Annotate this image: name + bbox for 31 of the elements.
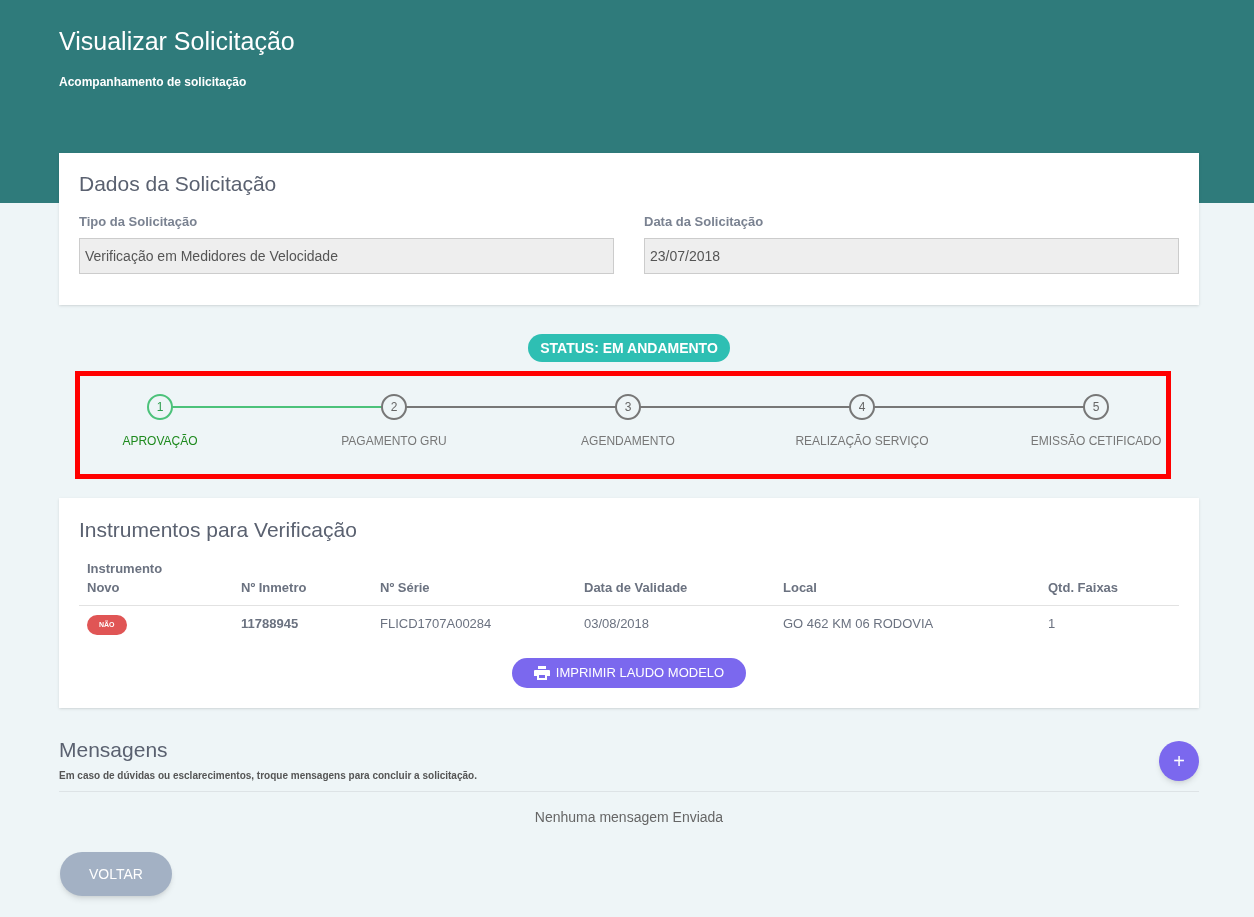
card-title: Instrumentos para Verificação [79, 517, 358, 543]
section-hint: Em caso de dúvidas ou esclarecimentos, troque mensagens para concluir a solicitação. [59, 769, 477, 783]
page-subtitle: Acompanhamento de solicitação [59, 74, 248, 91]
step-label: PAGAMENTO GRU [341, 433, 447, 450]
column-header: Nº Inmetro [241, 579, 308, 597]
table-cell-text: 03/08/2018 [584, 615, 651, 634]
card-title: Dados da Solicitação [79, 171, 278, 197]
field-label: Data da Solicitação [644, 213, 765, 231]
page-title: Visualizar Solicitação [59, 26, 296, 56]
column-header: Qtd. Faixas [1048, 579, 1120, 597]
step-label: AGENDAMENTO [581, 433, 675, 450]
column-header: Local [783, 579, 818, 597]
table-cell-text: 11788945 [241, 615, 300, 634]
column-header: Nº Série [380, 579, 431, 597]
printer-icon [533, 666, 550, 680]
step-label: REALIZAÇÃO SERVIÇO [795, 433, 929, 450]
column-header: Instrumento Novo [87, 560, 164, 597]
add-button[interactable]: + [1159, 740, 1199, 781]
status-badge: STATUS: EM ANDAMENTO [528, 334, 730, 362]
table-cell-text: 1 [1048, 615, 1057, 634]
empty-message: Nenhuma mensagem Enviada [533, 808, 725, 827]
step-label: EMISSÃO CETIFICADO [1030, 433, 1162, 450]
print-button[interactable]: IMPRIMIR LAUDO MODELO [511, 658, 747, 688]
section-title: Mensagens [59, 738, 169, 762]
field-label: Tipo da Solicitação [79, 213, 199, 231]
input-field[interactable]: 23/07/2018 [644, 237, 1179, 274]
table-cell-text: GO 462 KM 06 RODOVIA [783, 615, 935, 634]
table-cell-text: FLICD1707A00284 [380, 615, 493, 634]
input-field[interactable]: Verificação em Medidores de Velocidade [79, 237, 614, 274]
step-label: APROVAÇÃO [122, 433, 198, 450]
column-header: Data de Validade [584, 579, 689, 597]
